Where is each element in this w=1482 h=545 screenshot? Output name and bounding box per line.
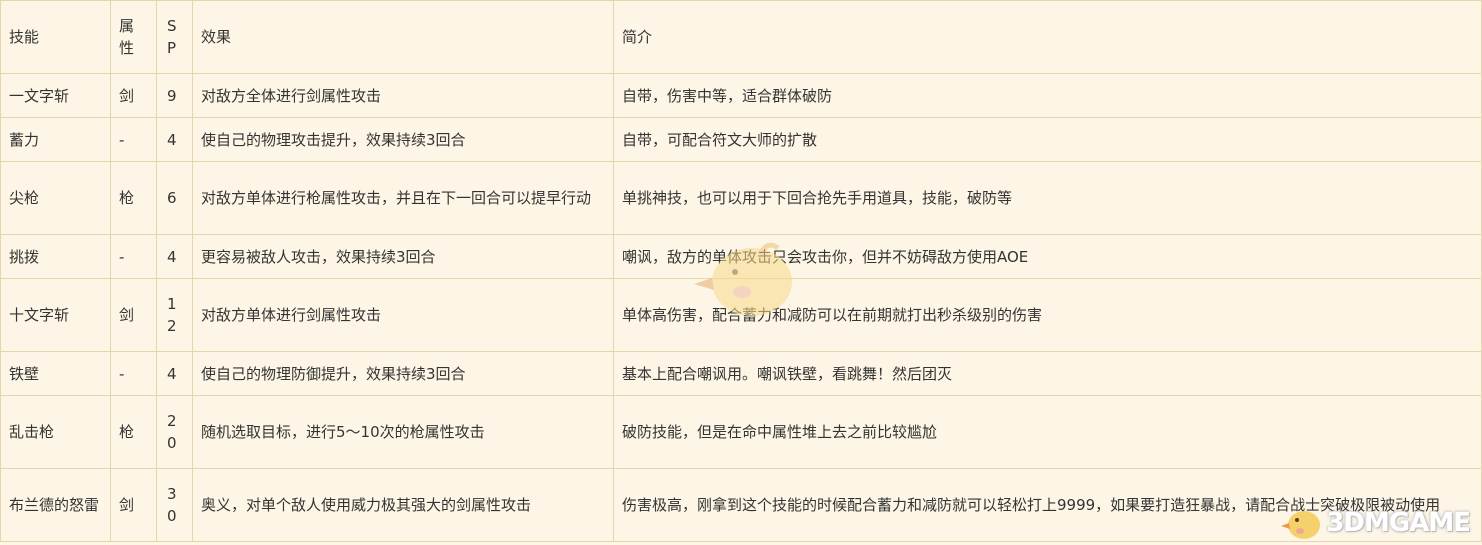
cell-skill: 挑拨: [0, 234, 111, 279]
cell-effect: 对敌方全体进行剑属性攻击: [192, 73, 614, 118]
cell-intro: 嘲讽，敌方的单体攻击只会攻击你，但并不妨碍敌方使用AOE: [613, 234, 1482, 279]
header-attr: 属 性: [110, 0, 157, 74]
cell-intro: 单体高伤害，配合蓄力和减防可以在前期就打出秒杀级别的伤害: [613, 278, 1482, 352]
cell-sp: 4: [156, 351, 193, 396]
cell-intro: 自带，伤害中等，适合群体破防: [613, 73, 1482, 118]
cell-skill: 乱击枪: [0, 395, 111, 469]
cell-sp: 6: [156, 161, 193, 235]
table-row: 挑拨 -4 更容易被敌人攻击，效果持续3回合 嘲讽，敌方的单体攻击只会攻击你，但并不妨…: [0, 234, 1482, 279]
cell-attr: -: [110, 234, 157, 279]
cell-skill: 蓄力: [0, 117, 111, 162]
cell-effect: 更容易被敌人攻击，效果持续3回合: [192, 234, 614, 279]
chick-logo-icon: [1281, 511, 1321, 539]
cell-intro: 基本上配合嘲讽用。嘲讽铁壁，看跳舞！然后团灭: [613, 351, 1482, 396]
cell-attr: 枪: [110, 161, 157, 235]
table-header-row: 技能 属 性 S P 效果 简介: [0, 0, 1482, 74]
cell-attr: -: [110, 351, 157, 396]
cell-effect: 随机选取目标，进行5～10次的枪属性攻击: [192, 395, 614, 469]
cell-attr: 剑: [110, 73, 157, 118]
table-row: 尖枪枪 6 对敌方单体进行枪属性攻击，并且在下一回合可以提早行动 单挑神技，也可以用于…: [0, 161, 1482, 235]
cell-sp: 2 0: [156, 395, 193, 469]
cell-sp: 9: [156, 73, 193, 118]
cell-sp: 4: [156, 117, 193, 162]
table-row: 乱击枪枪 2 0 随机选取目标，进行5～10次的枪属性攻击 破防技能，但是在命中属性堆…: [0, 395, 1482, 469]
cell-skill: 一文字斩: [0, 73, 111, 118]
cell-effect: 对敌方单体进行枪属性攻击，并且在下一回合可以提早行动: [192, 161, 614, 235]
cell-effect: 使自己的物理攻击提升，效果持续3回合: [192, 117, 614, 162]
cell-attr: 剑: [110, 278, 157, 352]
header-intro: 简介: [613, 0, 1482, 74]
cell-skill: 尖枪: [0, 161, 111, 235]
skills-table: 技能 属 性 S P 效果 简介 一文字斩剑 9 对敌方全体进行剑属性攻击 自带，伤害…: [0, 0, 1482, 542]
cell-attr: 枪: [110, 395, 157, 469]
cell-skill: 布兰德的怒雷: [0, 468, 111, 542]
header-sp: S P: [156, 0, 193, 74]
cell-effect: 使自己的物理防御提升，效果持续3回合: [192, 351, 614, 396]
header-skill: 技能: [0, 0, 111, 74]
cell-sp: 1 2: [156, 278, 193, 352]
cell-attr: 剑: [110, 468, 157, 542]
cell-intro: 单挑神技，也可以用于下回合抢先手用道具，技能，破防等: [613, 161, 1482, 235]
cell-skill: 铁壁: [0, 351, 111, 396]
cell-effect: 对敌方单体进行剑属性攻击: [192, 278, 614, 352]
table-row: 一文字斩剑 9 对敌方全体进行剑属性攻击 自带，伤害中等，适合群体破防: [0, 73, 1482, 118]
cell-intro: 自带，可配合符文大师的扩散: [613, 117, 1482, 162]
cell-sp: 4: [156, 234, 193, 279]
logo-text: 3DMGAME: [1326, 508, 1471, 538]
table-row: 十文字斩剑 1 2 对敌方单体进行剑属性攻击 单体高伤害，配合蓄力和减防可以在前期就打…: [0, 278, 1482, 352]
table-row: 铁壁 -4 使自己的物理防御提升，效果持续3回合 基本上配合嘲讽用。嘲讽铁壁，看跳舞！…: [0, 351, 1482, 396]
table-row: 蓄力 -4 使自己的物理攻击提升，效果持续3回合 自带，可配合符文大师的扩散: [0, 117, 1482, 162]
table-row: 布兰德的怒雷剑 3 0 奥义，对单个敌人使用威力极其强大的剑属性攻击 伤害极高，刚拿到…: [0, 468, 1482, 542]
cell-sp: 3 0: [156, 468, 193, 542]
cell-attr: -: [110, 117, 157, 162]
cell-skill: 十文字斩: [0, 278, 111, 352]
header-effect: 效果: [192, 0, 614, 74]
cell-intro: 破防技能，但是在命中属性堆上去之前比较尴尬: [613, 395, 1482, 469]
3dmgame-logo: 3DMGAME: [1280, 505, 1471, 541]
cell-effect: 奥义，对单个敌人使用威力极其强大的剑属性攻击: [192, 468, 614, 542]
